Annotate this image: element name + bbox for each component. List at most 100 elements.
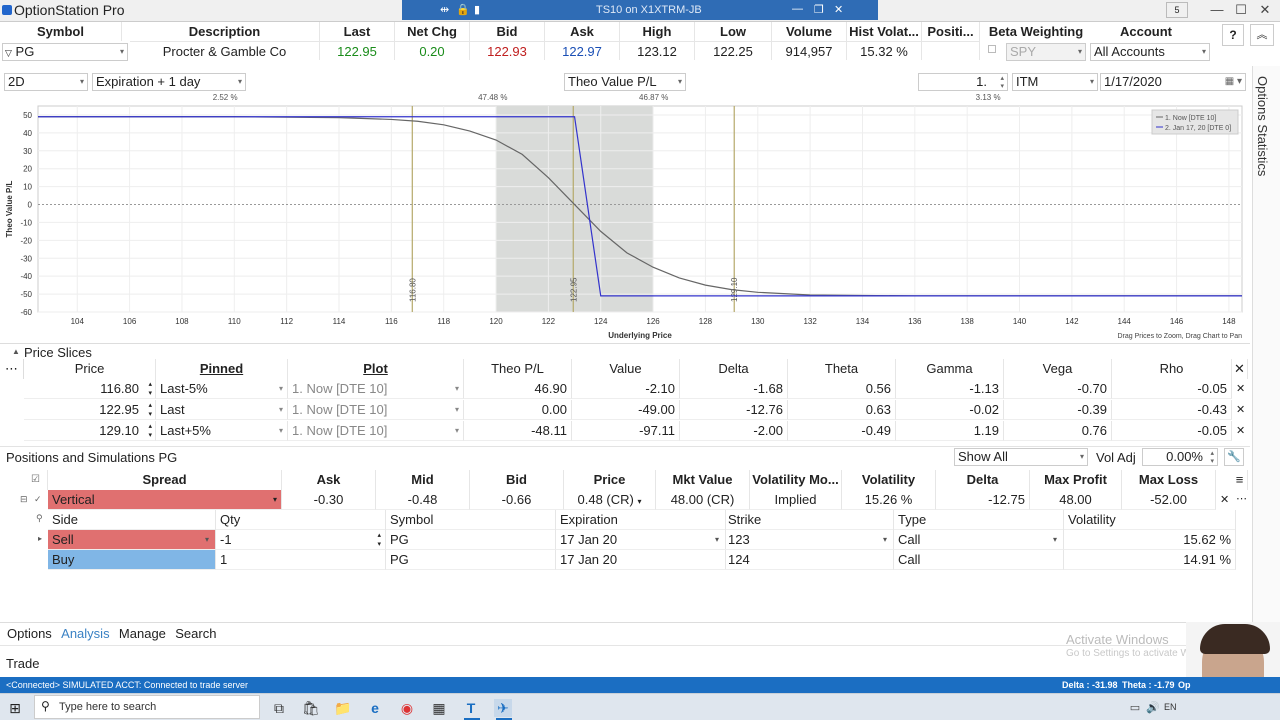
price-slice-cell-plot[interactable]: 1. Now [DTE 10] ▾ bbox=[288, 400, 464, 420]
leg-row[interactable]: Buy 1 PG 17 Jan 20 124 Call 14.91 % bbox=[48, 550, 1236, 570]
pin-icon[interactable]: ⇹ bbox=[440, 3, 449, 16]
pl-chart[interactable]: 104 106 108 110 112 114 116 118 120 122 124 126 128 1… bbox=[0, 92, 1250, 342]
chevron-down-icon[interactable]: ▾ bbox=[80, 74, 84, 90]
price-slice-row[interactable]: 129.10 ▴ ▾ Last+5% ▾ 1. Now [DTE 10] ▾ -48.11 -9… bbox=[0, 421, 1250, 442]
positions-col-mkt-value[interactable]: Mkt Value bbox=[656, 470, 750, 490]
price-slices-col-plot[interactable]: Plot bbox=[288, 359, 464, 379]
close-icon[interactable]: ✕ bbox=[834, 3, 843, 16]
positions-col-ask[interactable]: Ask bbox=[282, 470, 376, 490]
stepper-icon[interactable]: ▴ ▾ bbox=[148, 400, 152, 419]
remote-desktop-icon[interactable]: ✈ bbox=[494, 699, 512, 717]
columns-menu-icon[interactable]: ≡ bbox=[1232, 470, 1248, 490]
chevron-down-icon[interactable]: ▾ bbox=[715, 530, 719, 549]
leg-strike[interactable]: 124 bbox=[724, 550, 894, 570]
menu-badge[interactable]: 5 bbox=[1166, 2, 1188, 18]
chevron-down-icon[interactable]: ▾ bbox=[279, 379, 283, 398]
price-slice-cell-pinned[interactable]: Last-5% ▾ bbox=[156, 379, 288, 399]
chevron-down-icon[interactable]: ▾ bbox=[1202, 44, 1206, 60]
chevron-down-icon[interactable]: ▾ bbox=[205, 530, 209, 549]
positions-col-volatility-mo-[interactable]: Volatility Mo... bbox=[750, 470, 842, 490]
file-explorer-icon[interactable]: 📁 bbox=[334, 699, 352, 717]
leg-exp[interactable]: 17 Jan 20 ▾ bbox=[556, 530, 726, 550]
positions-col-volatility[interactable]: Volatility bbox=[842, 470, 936, 490]
positions-col-price[interactable]: Price bbox=[564, 470, 656, 490]
positions-col-mid[interactable]: Mid bbox=[376, 470, 470, 490]
taskbar-search[interactable]: ⚲ Type here to search bbox=[34, 695, 260, 719]
price-slice-cell-plot[interactable]: 1. Now [DTE 10] ▾ bbox=[288, 421, 464, 441]
moneyness-select[interactable]: ITM ▾ bbox=[1012, 73, 1098, 91]
language-indicator[interactable]: EN bbox=[1164, 702, 1177, 712]
chrome-icon[interactable]: ◉ bbox=[398, 699, 416, 717]
stepper-icon[interactable]: ▴ ▾ bbox=[1000, 75, 1004, 91]
minimize-icon[interactable]: — bbox=[792, 3, 803, 15]
spread-price[interactable]: 0.48 (CR) ▾ bbox=[564, 490, 656, 510]
help-button[interactable]: ? bbox=[1222, 24, 1244, 46]
network-icon[interactable]: ▭ bbox=[1126, 699, 1144, 717]
chevron-down-icon[interactable]: ▾ bbox=[238, 74, 242, 90]
leg-type[interactable]: Call bbox=[894, 550, 1064, 570]
remove-slice-icon[interactable]: ✕ bbox=[1236, 382, 1245, 395]
calculator-icon[interactable]: ▦ bbox=[430, 699, 448, 717]
vol-adj-stepper[interactable]: 0.00% ▴ ▾ bbox=[1142, 448, 1218, 466]
positions-col-delta[interactable]: Delta bbox=[936, 470, 1030, 490]
spread-row[interactable]: ⊟ ✓ Vertical ▾ -0.30 -0.48 -0.66 0.48 (CR… bbox=[0, 490, 1250, 510]
calendar-icon[interactable]: ▦ ▾ bbox=[1225, 74, 1242, 90]
price-slices-col-pinned[interactable]: Pinned bbox=[156, 359, 288, 379]
stepper-icon[interactable]: ▴ ▾ bbox=[148, 421, 152, 440]
collapse-icon[interactable]: ▲ bbox=[12, 347, 20, 356]
collapse-icon[interactable]: ▽ bbox=[5, 48, 12, 58]
price-slice-row[interactable]: 116.80 ▴ ▾ Last-5% ▾ 1. Now [DTE 10] ▾ 46.90 -2.… bbox=[0, 379, 1250, 400]
chevron-down-icon[interactable]: ▾ bbox=[120, 44, 124, 60]
tab-search[interactable]: Search bbox=[175, 626, 216, 641]
stepper-icon[interactable]: ▴ ▾ bbox=[148, 379, 152, 398]
symbol-input[interactable]: ▽ PG ▾ bbox=[2, 43, 128, 61]
edge-icon[interactable]: e bbox=[366, 699, 384, 717]
remove-slice-icon[interactable]: ✕ bbox=[1236, 403, 1245, 416]
window-minimize-icon[interactable]: — bbox=[1206, 2, 1228, 17]
positions-filter-select[interactable]: Show All ▾ bbox=[954, 448, 1088, 466]
price-slice-cell-plot[interactable]: 1. Now [DTE 10] ▾ bbox=[288, 379, 464, 399]
stepper-icon[interactable]: ▴ ▾ bbox=[377, 530, 381, 549]
remove-slice-icon[interactable]: ✕ bbox=[1236, 424, 1245, 437]
wrench-icon[interactable]: 🔧 bbox=[1224, 448, 1244, 466]
volume-icon[interactable]: 🔊 bbox=[1144, 699, 1162, 717]
positions-col-max-loss[interactable]: Max Loss bbox=[1122, 470, 1216, 490]
row-menu-icon[interactable]: ⋯ bbox=[0, 359, 24, 379]
task-view-icon[interactable]: ⧉ bbox=[270, 699, 288, 717]
remove-spread-icon[interactable]: ✕ bbox=[1220, 493, 1229, 506]
chevron-down-icon[interactable]: ▾ bbox=[279, 421, 283, 440]
price-slice-cell-pinned[interactable]: Last ▾ bbox=[156, 400, 288, 420]
leg-qty[interactable]: 1 bbox=[216, 550, 386, 570]
leg-row[interactable]: Sell ▾ -1 ▴ ▾ PG 17 Jan 20 ▾ 123 ▾ Call ▾ 15.62 % bbox=[48, 530, 1236, 550]
beta-symbol-select[interactable]: SPY ▾ bbox=[1006, 43, 1086, 61]
tradestation-icon[interactable]: T bbox=[462, 699, 480, 717]
positions-col-max-profit[interactable]: Max Profit bbox=[1030, 470, 1122, 490]
restore-icon[interactable]: ❐ bbox=[814, 3, 824, 16]
collapse-up-icon[interactable]: ︽ bbox=[1250, 24, 1274, 46]
stepper-icon[interactable]: ▴ ▾ bbox=[1210, 450, 1214, 466]
windows-start-icon[interactable]: ⊞ bbox=[6, 699, 24, 717]
spread-checkbox[interactable]: ✓ bbox=[34, 494, 42, 505]
window-maximize-icon[interactable]: ☐ bbox=[1230, 2, 1252, 18]
chevron-down-icon[interactable]: ▾ bbox=[883, 530, 887, 549]
chevron-down-icon[interactable]: ▾ bbox=[1080, 449, 1084, 465]
collapse-icon[interactable]: ⊟ bbox=[20, 494, 28, 505]
tab-manage[interactable]: Manage bbox=[119, 626, 166, 641]
store-icon[interactable]: 🛍 bbox=[302, 699, 320, 717]
leg-exp[interactable]: 17 Jan 20 bbox=[556, 550, 726, 570]
leg-side[interactable]: Buy bbox=[48, 550, 216, 570]
chevron-down-icon[interactable]: ▾ bbox=[1090, 74, 1094, 90]
clear-all-icon[interactable]: ✕ bbox=[1232, 359, 1248, 379]
more-icon[interactable]: ⋯ bbox=[1236, 492, 1247, 505]
leg-type[interactable]: Call ▾ bbox=[894, 530, 1064, 550]
chevron-down-icon[interactable]: ▾ bbox=[279, 400, 283, 419]
chevron-down-icon[interactable]: ▾ bbox=[678, 74, 682, 90]
chevron-down-icon[interactable]: ▾ bbox=[455, 400, 459, 419]
measure-select[interactable]: Theo Value P/L ▾ bbox=[564, 73, 686, 91]
view-select[interactable]: 2D ▾ bbox=[4, 73, 88, 91]
count-stepper[interactable]: 1. ▴ ▾ bbox=[918, 73, 1008, 91]
horizon-select[interactable]: Expiration + 1 day ▾ bbox=[92, 73, 246, 91]
options-statistics-tab[interactable]: Options Statistics bbox=[1255, 76, 1270, 176]
select-all-checkbox[interactable]: ☑ bbox=[24, 470, 48, 490]
tab-options[interactable]: Options bbox=[7, 626, 52, 641]
